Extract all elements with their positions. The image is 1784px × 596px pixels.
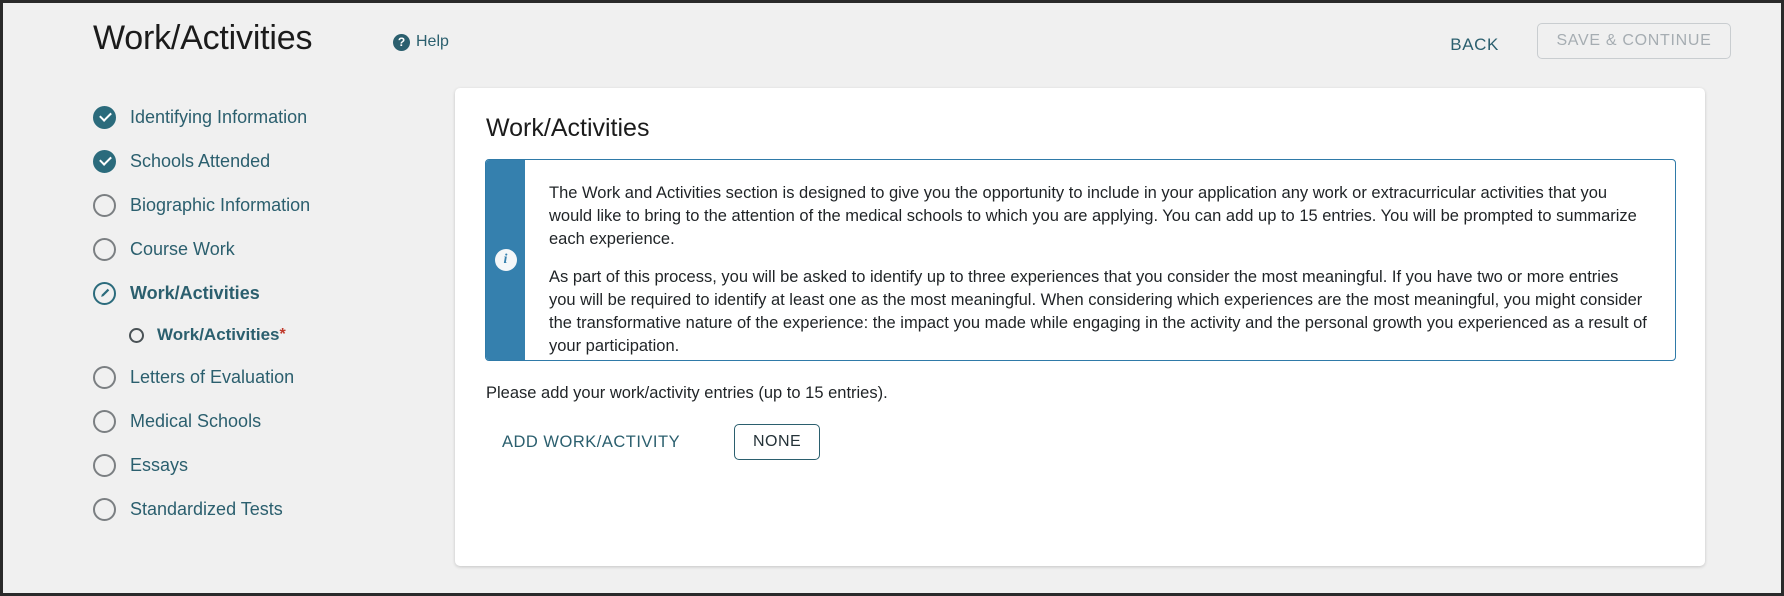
- sidebar-item-label: Essays: [130, 455, 189, 475]
- sidebar-item-label: Medical Schools: [130, 411, 262, 431]
- save-and-continue-button[interactable]: SAVE & CONTINUE: [1537, 23, 1731, 59]
- back-button[interactable]: BACK: [1450, 35, 1499, 55]
- sidebar-item-label: Work/Activities: [130, 283, 260, 303]
- sidebar-item-label: Letters of Evaluation: [130, 367, 295, 387]
- application-window: Work/Activities ? Help BACK SAVE & CONTI…: [0, 0, 1784, 596]
- empty-circle-icon: [93, 409, 116, 433]
- question-circle-icon: ?: [393, 33, 410, 51]
- sidebar-item-label: Standardized Tests: [130, 499, 283, 519]
- sidebar-subitem-label: Work/Activities: [157, 325, 280, 344]
- info-callout-body: The Work and Activities section is desig…: [525, 160, 1675, 360]
- progress-sidebar: Identifying Information Schools Attended…: [93, 95, 443, 531]
- instruction-text: Please add your work/activity entries (u…: [486, 384, 888, 402]
- help-label: Help: [416, 33, 449, 50]
- sidebar-item-standardized-tests[interactable]: Standardized Tests: [93, 487, 443, 531]
- sidebar-subitem-work-activities[interactable]: Work/Activities *: [93, 315, 443, 355]
- sidebar-item-label: Course Work: [130, 239, 235, 259]
- check-circle-icon: [93, 105, 116, 129]
- page-title: Work/Activities: [93, 19, 313, 57]
- help-link[interactable]: ? Help: [393, 33, 449, 51]
- sidebar-item-letters-of-evaluation[interactable]: Letters of Evaluation: [93, 355, 443, 399]
- empty-circle-icon: [93, 453, 116, 477]
- card-actions: ADD WORK/ACTIVITY NONE: [486, 424, 821, 460]
- empty-circle-icon: [93, 365, 116, 389]
- required-asterisk: *: [279, 326, 286, 343]
- add-work-activity-button[interactable]: ADD WORK/ACTIVITY: [486, 425, 696, 460]
- sidebar-item-identifying-information[interactable]: Identifying Information: [93, 95, 443, 139]
- pencil-icon: [100, 288, 109, 297]
- info-circle-icon: i: [494, 249, 517, 271]
- sidebar-item-schools-attended[interactable]: Schools Attended: [93, 139, 443, 183]
- sidebar-item-work-activities[interactable]: Work/Activities: [93, 271, 443, 315]
- sidebar-item-label: Schools Attended: [130, 151, 271, 171]
- info-paragraph-2: As part of this process, you will be ask…: [549, 268, 1647, 355]
- card-title: Work/Activities: [486, 114, 650, 142]
- empty-circle-icon: [129, 327, 144, 343]
- sidebar-item-label: Biographic Information: [130, 195, 311, 215]
- page-header: Work/Activities ? Help BACK SAVE & CONTI…: [93, 17, 1731, 75]
- empty-circle-icon: [93, 237, 116, 261]
- sidebar-item-course-work[interactable]: Course Work: [93, 227, 443, 271]
- sidebar-item-medical-schools[interactable]: Medical Schools: [93, 399, 443, 443]
- page-background: Work/Activities ? Help BACK SAVE & CONTI…: [15, 3, 1781, 593]
- pencil-circle-icon: [93, 281, 116, 305]
- sidebar-item-biographic-information[interactable]: Biographic Information: [93, 183, 443, 227]
- info-callout-bar: i: [486, 160, 525, 360]
- empty-circle-icon: [93, 497, 116, 521]
- sidebar-item-essays[interactable]: Essays: [93, 443, 443, 487]
- work-activities-card: Work/Activities i The Work and Activitie…: [455, 88, 1705, 566]
- none-button[interactable]: NONE: [734, 424, 821, 460]
- check-circle-icon: [93, 149, 116, 173]
- empty-circle-icon: [93, 193, 116, 217]
- info-callout: i The Work and Activities section is des…: [485, 159, 1676, 361]
- info-paragraph-1: The Work and Activities section is desig…: [549, 184, 1637, 248]
- sidebar-item-label: Identifying Information: [130, 107, 308, 127]
